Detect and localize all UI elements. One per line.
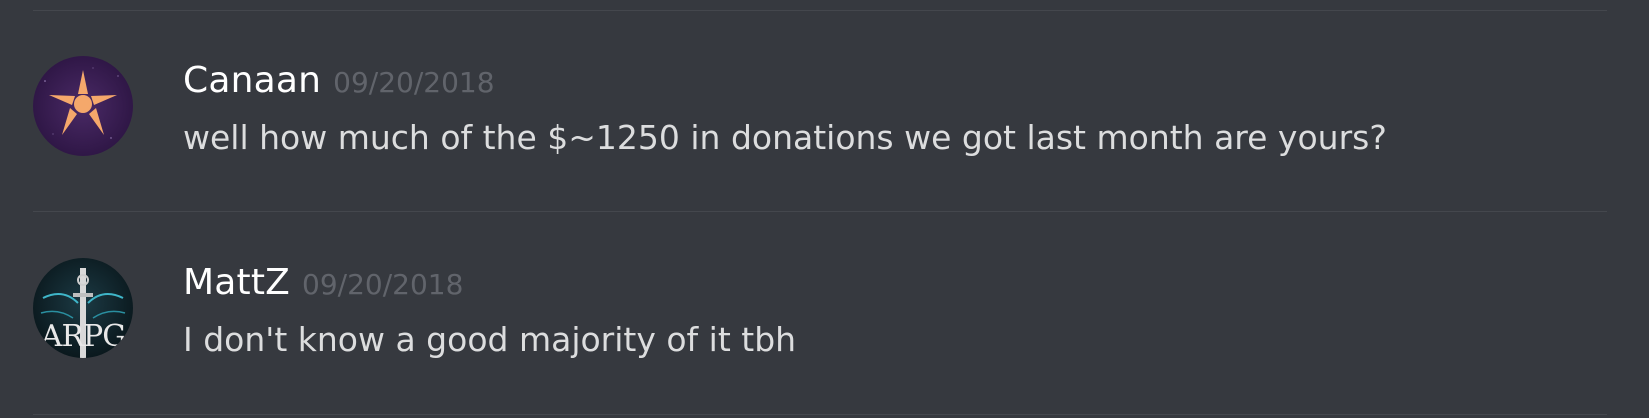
message-header: Canaan 09/20/2018 (183, 60, 495, 104)
username[interactable]: Canaan (183, 60, 321, 101)
bottom-divider (33, 414, 1607, 415)
sword-emblem-icon: ARPG (33, 258, 133, 358)
message-text: I don't know a good majority of it tbh (183, 320, 797, 359)
top-divider (33, 10, 1607, 11)
avatar[interactable]: ARPG (33, 258, 133, 358)
message-item[interactable]: ARPG MattZ 09/20/2018 I don't know a good… (0, 258, 1649, 418)
timestamp: 09/20/2018 (302, 268, 464, 301)
message-item[interactable]: Canaan 09/20/2018 well how much of the $~… (0, 56, 1649, 216)
username[interactable]: MattZ (183, 262, 290, 303)
message-divider (33, 211, 1607, 212)
message-text: well how much of the $~1250 in donations… (183, 118, 1387, 157)
timestamp: 09/20/2018 (333, 66, 495, 99)
purple-star-icon (33, 56, 133, 156)
avatar-text: ARPG (40, 319, 125, 354)
message-header: MattZ 09/20/2018 (183, 262, 463, 306)
avatar[interactable] (33, 56, 133, 156)
